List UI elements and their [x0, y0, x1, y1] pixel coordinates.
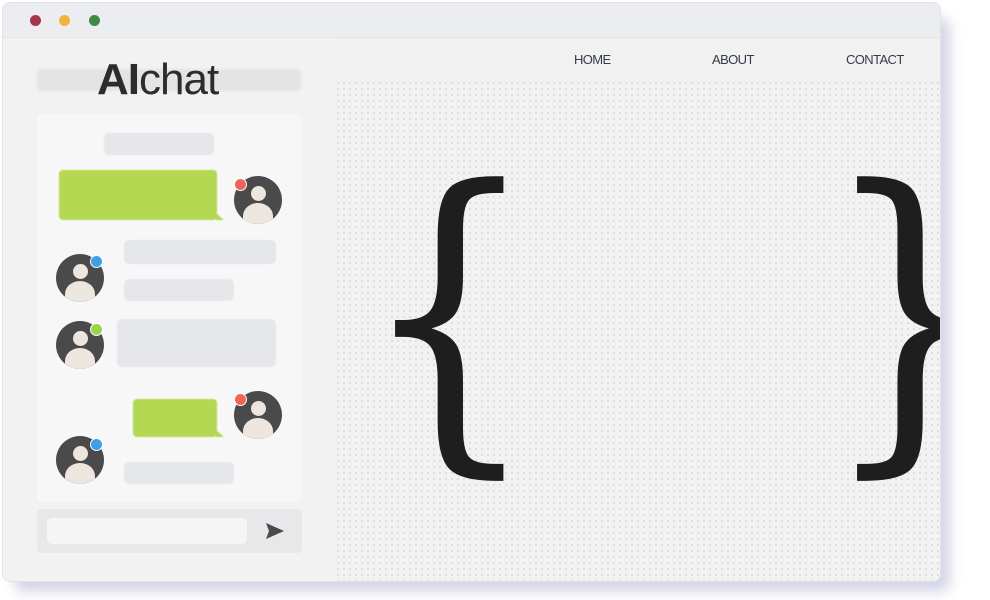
minimize-window-button[interactable] [59, 15, 70, 26]
nav-link-about[interactable]: ABOUT [712, 52, 754, 67]
outgoing-message-bubble [133, 399, 224, 437]
screen: AIchat HOME ABOUT CONTACT { [0, 0, 990, 600]
avatar-body [243, 418, 273, 439]
right-curly-brace: } [822, 148, 940, 478]
outgoing-message-bubble [59, 170, 224, 220]
window-titlebar [3, 3, 940, 38]
avatar-body [243, 203, 273, 224]
status-dot-blue-icon [90, 255, 103, 268]
chat-thread [37, 114, 302, 502]
nav-link-home[interactable]: HOME [574, 52, 611, 67]
avatar-head [73, 331, 88, 346]
incoming-message-placeholder [124, 279, 234, 301]
avatar-body [65, 281, 95, 302]
avatar-head [251, 186, 266, 201]
avatar-body [65, 463, 95, 484]
maximize-window-button[interactable] [89, 15, 100, 26]
logo-regular-text: chat [139, 55, 219, 104]
incoming-message-placeholder [117, 319, 276, 367]
status-dot-red-icon [234, 393, 247, 406]
incoming-message-placeholder [124, 240, 276, 264]
main-content: HOME ABOUT CONTACT { } [335, 38, 940, 581]
status-dot-red-icon [234, 178, 247, 191]
avatar-head [251, 401, 266, 416]
app-logo: AIchat [97, 55, 219, 104]
avatar-head [73, 264, 88, 279]
avatar-body [65, 348, 95, 369]
message-composer [37, 509, 302, 553]
avatar-head [73, 446, 88, 461]
nav-link-contact[interactable]: CONTACT [846, 52, 904, 67]
top-navigation: HOME ABOUT CONTACT [335, 38, 940, 82]
browser-window: AIchat HOME ABOUT CONTACT { [2, 2, 941, 582]
logo-bold-text: AI [97, 55, 140, 104]
send-arrow-icon[interactable] [265, 521, 285, 541]
left-curly-brace: { [360, 121, 539, 505]
close-window-button[interactable] [30, 15, 41, 26]
message-input[interactable] [47, 518, 247, 544]
status-dot-green-icon [90, 323, 103, 336]
status-dot-blue-icon [90, 438, 103, 451]
chat-panel: AIchat [3, 38, 335, 581]
incoming-message-placeholder [124, 462, 234, 484]
chat-header-placeholder [104, 133, 214, 155]
